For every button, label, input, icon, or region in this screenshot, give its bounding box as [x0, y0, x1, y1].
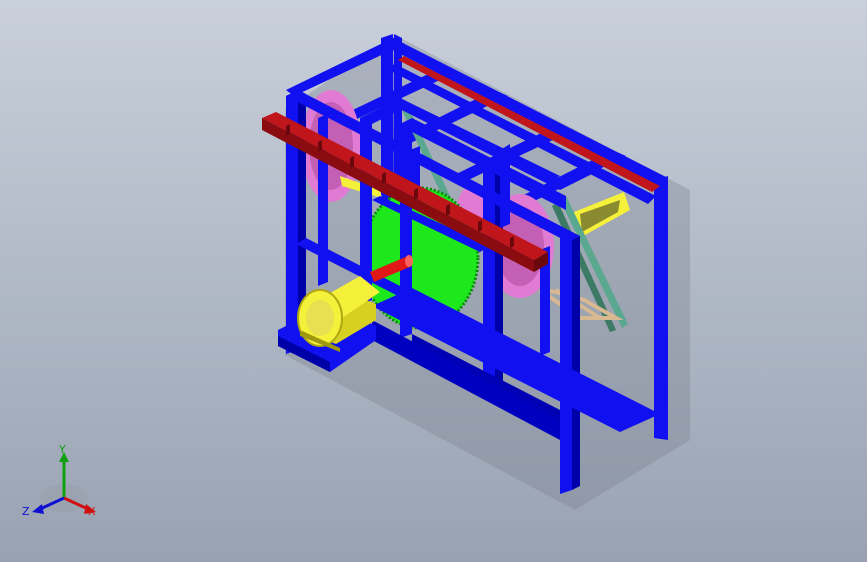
z-axis-head — [32, 504, 44, 514]
y-axis-label: Y — [59, 443, 66, 456]
saw-machine-model[interactable] — [0, 0, 867, 562]
z-axis-label: Z — [22, 505, 30, 518]
x-axis-label: X — [88, 505, 96, 518]
axis-triad: Y Z X — [22, 444, 106, 524]
cad-viewport[interactable]: Y Z X — [0, 0, 867, 562]
